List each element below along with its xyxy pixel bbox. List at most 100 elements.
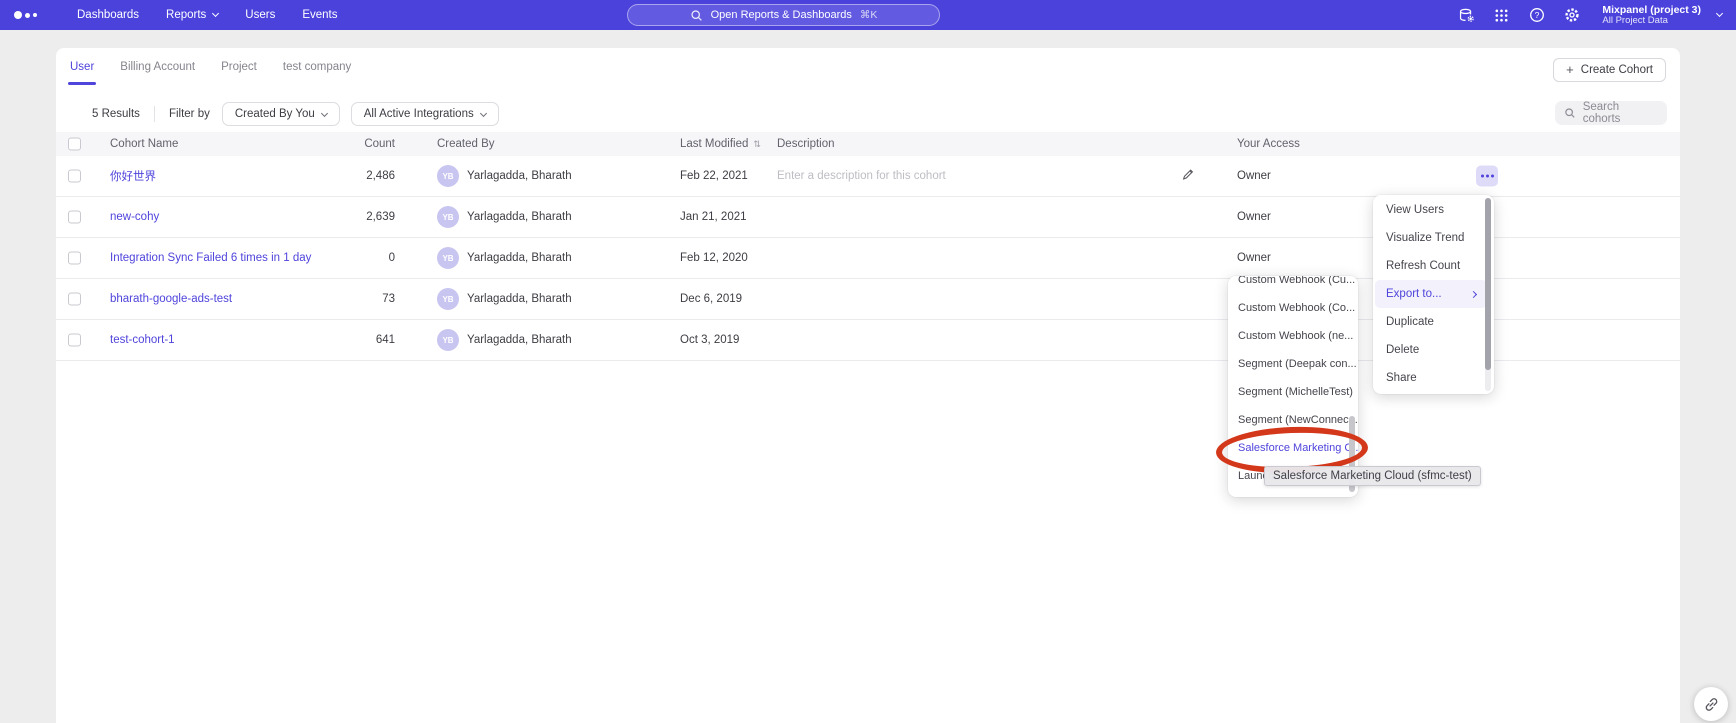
tab-test-company[interactable]: test company (283, 61, 351, 85)
creator-name: Yarlagadda, Bharath (467, 293, 572, 305)
row-checkbox[interactable] (68, 170, 81, 183)
last-modified: Feb 22, 2021 (680, 170, 748, 182)
cohort-name-link[interactable]: test-cohort-1 (110, 334, 175, 346)
divider (154, 106, 155, 122)
row-actions-button[interactable] (1476, 166, 1498, 187)
settings-gear-icon[interactable] (1563, 7, 1580, 24)
last-modified: Feb 12, 2020 (680, 252, 748, 264)
chevron-down-icon (212, 10, 219, 17)
edit-description-icon[interactable] (1181, 168, 1195, 185)
menu-share[interactable]: Share (1373, 364, 1485, 392)
tab-project[interactable]: Project (221, 61, 257, 85)
submenu-custom-webhook-1[interactable]: Custom Webhook (Cu... (1228, 276, 1358, 294)
row-checkbox[interactable] (68, 334, 81, 347)
project-switcher[interactable]: Mixpanel (project 3) All Project Data (1602, 4, 1722, 27)
last-modified: Oct 3, 2019 (680, 334, 739, 346)
chevron-down-icon (1716, 10, 1723, 17)
creator-name: Yarlagadda, Bharath (467, 170, 572, 182)
submenu-custom-webhook-3[interactable]: Custom Webhook (ne... (1228, 322, 1358, 350)
search-cohorts-placeholder: Search cohorts (1583, 101, 1658, 125)
filter-by-label: Filter by (169, 108, 210, 120)
created-by-filter[interactable]: Created By You (222, 102, 340, 126)
search-cohorts-input[interactable]: Search cohorts (1555, 101, 1667, 125)
plus-icon: + (1566, 62, 1574, 77)
menu-view-users[interactable]: View Users (1373, 196, 1485, 224)
row-checkbox[interactable] (68, 252, 81, 265)
chevron-right-icon (1470, 290, 1477, 297)
menu-visualize-trend[interactable]: Visualize Trend (1373, 224, 1485, 252)
select-all-checkbox[interactable] (68, 138, 81, 151)
results-count: 5 Results (92, 108, 140, 120)
submenu-segment-2[interactable]: Segment (MichelleTest) (1228, 378, 1358, 406)
creator-name: Yarlagadda, Bharath (467, 211, 572, 223)
apps-grid-icon[interactable] (1493, 7, 1510, 24)
sort-icon: ⇅ (753, 139, 761, 149)
submenu-segment-3[interactable]: Segment (NewConnec... (1228, 406, 1358, 434)
last-modified: Dec 6, 2019 (680, 293, 742, 305)
cohort-name-link[interactable]: 你好世界 (110, 168, 156, 184)
header-your-access[interactable]: Your Access (1237, 138, 1300, 150)
tab-user[interactable]: User (70, 61, 94, 85)
create-cohort-button[interactable]: + Create Cohort (1553, 58, 1666, 82)
link-icon (1703, 696, 1720, 713)
avatar: YB (437, 206, 459, 228)
menu-export-to[interactable]: Export to... (1375, 280, 1487, 308)
help-icon[interactable]: ? (1528, 7, 1545, 24)
nav-events[interactable]: Events (302, 9, 337, 21)
share-link-button[interactable] (1694, 687, 1728, 721)
cohort-count: 2,486 (335, 170, 395, 182)
nav-dashboards[interactable]: Dashboards (77, 9, 139, 21)
header-count[interactable]: Count (335, 138, 395, 150)
submenu-segment-1[interactable]: Segment (Deepak con... (1228, 350, 1358, 378)
project-scope: All Project Data (1602, 16, 1701, 27)
cohort-name-link[interactable]: Integration Sync Failed 6 times in 1 day (110, 252, 311, 264)
menu-refresh-count[interactable]: Refresh Count (1373, 252, 1485, 280)
search-icon (1564, 107, 1576, 119)
tab-bar: User Billing Account Project test compan… (56, 48, 1680, 96)
header-description[interactable]: Description (777, 138, 835, 150)
row-checkbox[interactable] (68, 293, 81, 306)
cohort-count: 73 (335, 293, 395, 305)
cohort-count: 0 (335, 252, 395, 264)
cohort-name-link[interactable]: new-cohy (110, 211, 159, 223)
primary-nav: Dashboards Reports Users Events (77, 9, 338, 21)
cohort-name-link[interactable]: bharath-google-ads-test (110, 293, 232, 305)
submenu-salesforce-marketing-cloud[interactable]: Salesforce Marketing C... (1228, 434, 1358, 462)
chevron-down-icon (321, 109, 328, 116)
submenu-custom-webhook-2[interactable]: Custom Webhook (Co... (1228, 294, 1358, 322)
creator-name: Yarlagadda, Bharath (467, 334, 572, 346)
description-field[interactable]: Enter a description for this cohort (777, 170, 946, 182)
mixpanel-logo-icon[interactable] (14, 11, 37, 19)
integrations-filter[interactable]: All Active Integrations (351, 102, 499, 126)
header-cohort-name[interactable]: Cohort Name (110, 138, 178, 150)
row-checkbox[interactable] (68, 211, 81, 224)
cohort-row: 你好世界 2,486 YB Yarlagadda, Bharath Feb 22… (56, 156, 1680, 197)
last-modified: Jan 21, 2021 (680, 211, 747, 223)
cohort-context-menu: View Users Visualize Trend Refresh Count… (1373, 195, 1494, 394)
creator-name: Yarlagadda, Bharath (467, 252, 572, 264)
menu-delete[interactable]: Delete (1373, 336, 1485, 364)
chevron-down-icon (480, 109, 487, 116)
menu-duplicate[interactable]: Duplicate (1373, 308, 1485, 336)
sfmc-tooltip: Salesforce Marketing Cloud (sfmc-test) (1264, 466, 1481, 486)
header-created-by[interactable]: Created By (437, 138, 495, 150)
search-icon (690, 9, 703, 22)
avatar: YB (437, 247, 459, 269)
menu-scrollbar[interactable] (1485, 198, 1491, 391)
access-level: Owner (1237, 170, 1271, 182)
access-level: Owner (1237, 211, 1271, 223)
table-header-row: Cohort Name Count Created By Last Modifi… (56, 132, 1680, 156)
svg-text:?: ? (1535, 10, 1540, 20)
avatar: YB (437, 165, 459, 187)
header-last-modified[interactable]: Last Modified⇅ (680, 138, 761, 150)
nav-reports[interactable]: Reports (166, 9, 218, 21)
filter-bar: 5 Results Filter by Created By You All A… (56, 96, 1680, 132)
keyboard-shortcut: ⌘K (860, 9, 878, 21)
access-level: Owner (1237, 252, 1271, 264)
global-search-placeholder: Open Reports & Dashboards (711, 9, 852, 21)
nav-users[interactable]: Users (245, 9, 275, 21)
tab-billing-account[interactable]: Billing Account (120, 61, 195, 85)
project-name: Mixpanel (project 3) (1602, 4, 1701, 16)
data-management-icon[interactable] (1458, 7, 1475, 24)
global-search-bar[interactable]: Open Reports & Dashboards ⌘K (627, 4, 940, 26)
